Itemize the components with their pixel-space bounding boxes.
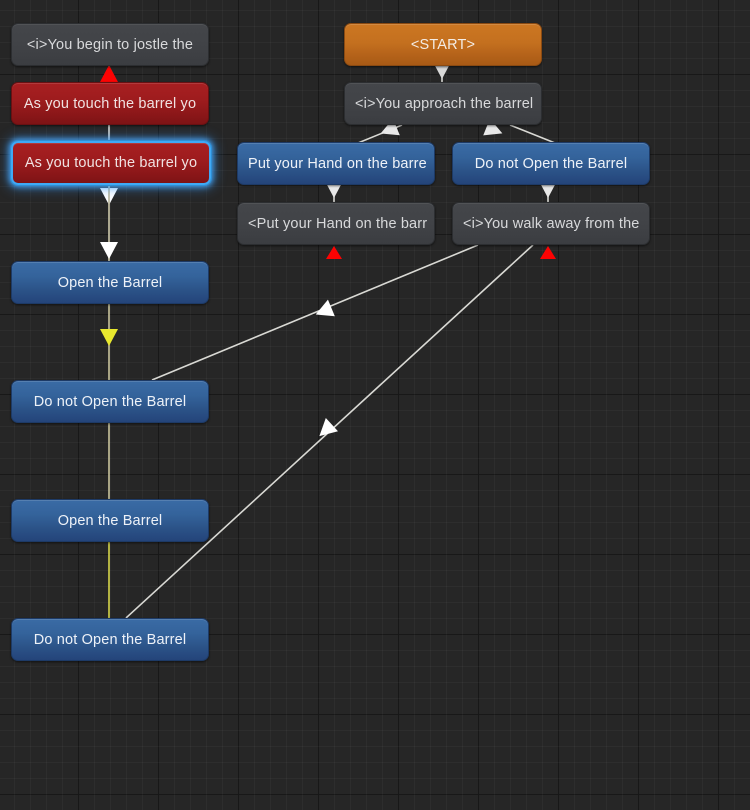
node-label: Open the Barrel (57, 274, 163, 291)
graph-node-jostle[interactable]: <i>You begin to jostle the (11, 23, 209, 66)
graph-edge[interactable] (100, 185, 118, 261)
node-label: Do not Open the Barrel (33, 631, 187, 648)
edge-arrowhead (315, 299, 335, 317)
edge-arrowhead (319, 417, 338, 437)
edge-arrowhead (100, 188, 118, 205)
graph-node-donot_1[interactable]: Do not Open the Barrel (11, 380, 209, 423)
graph-node-approach[interactable]: <i>You approach the barrel (344, 82, 542, 125)
graph-edge[interactable] (100, 304, 118, 380)
graph-node-touch_1[interactable]: As you touch the barrel yo (11, 82, 209, 125)
node-label: <i>You begin to jostle the (26, 36, 194, 53)
node-label: <Put your Hand on the barr (248, 215, 428, 232)
graph-node-open_2[interactable]: Open the Barrel (11, 499, 209, 542)
edge-line (509, 124, 556, 144)
node-error-marker-icon (101, 68, 117, 81)
node-label: Do not Open the Barrel (33, 393, 187, 410)
node-label: As you touch the barrel yo (23, 95, 197, 112)
edge-line (357, 124, 403, 144)
node-label: <START> (410, 36, 476, 53)
graph-node-touch_2[interactable]: As you touch the barrel yo (11, 141, 211, 185)
graph-node-donot_2[interactable]: Do not Open the Barrel (11, 618, 209, 661)
graph-node-walkaway[interactable]: <i>You walk away from the (452, 202, 650, 245)
graph-node-donot_top[interactable]: Do not Open the Barrel (452, 142, 650, 185)
node-graph-canvas[interactable]: <i>You begin to jostle the As you touch t… (0, 0, 750, 810)
graph-edge[interactable] (100, 185, 118, 261)
node-label: Do not Open the Barrel (474, 155, 628, 172)
edge-arrowhead (100, 242, 118, 259)
node-error-marker-icon (540, 246, 556, 259)
node-label: As you touch the barrel yo (24, 155, 198, 171)
edge-arrowhead (100, 329, 118, 346)
node-label: Open the Barrel (57, 512, 163, 529)
graph-node-hand_line[interactable]: <Put your Hand on the barr (237, 202, 435, 245)
node-label: <i>You approach the barrel (355, 95, 534, 112)
graph-node-open_1[interactable]: Open the Barrel (11, 261, 209, 304)
node-label: Put your Hand on the barre (248, 155, 427, 172)
graph-node-start[interactable]: <START> (344, 23, 542, 66)
node-error-marker-icon (326, 246, 342, 259)
node-label: <i>You walk away from the (463, 215, 640, 232)
graph-node-hand[interactable]: Put your Hand on the barre (237, 142, 435, 185)
